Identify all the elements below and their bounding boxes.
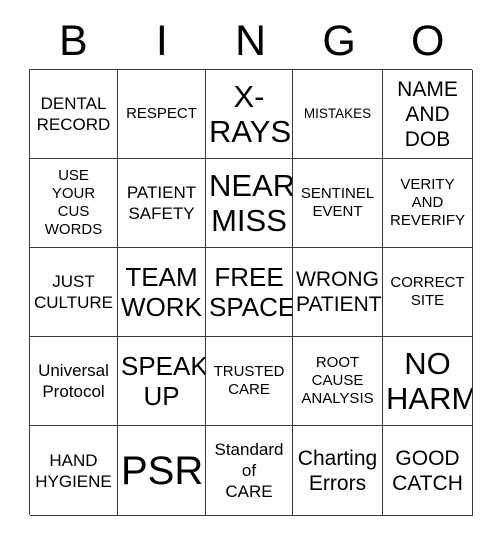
bingo-cell-label: Standard of CARE	[214, 440, 284, 501]
bingo-cell-r2c4[interactable]: SENTINEL EVENT	[293, 159, 383, 248]
bingo-cell-r3c1[interactable]: JUST CULTURE	[30, 248, 118, 337]
bingo-cell-label: NEAR MISS	[209, 168, 293, 238]
bingo-cell-label: PATIENT SAFETY	[126, 183, 197, 223]
bingo-cell-label: GOOD CATCH	[392, 446, 463, 495]
bingo-header-letter-g: G	[322, 17, 356, 65]
bingo-cell-label: WRONG PATIENT	[296, 268, 382, 316]
bingo-cell-label: RESPECT	[126, 105, 197, 122]
bingo-cell-r1c3[interactable]: X- RAYS	[206, 70, 293, 159]
bingo-cell-r4c4[interactable]: ROOT CAUSE ANALYSIS	[293, 337, 383, 426]
bingo-cell-r1c4[interactable]: MISTAKES	[293, 70, 383, 159]
bingo-cell-r1c2[interactable]: RESPECT	[118, 70, 206, 159]
bingo-cell-label: ROOT CAUSE ANALYSIS	[301, 354, 374, 407]
bingo-cell-label: CORRECT SITE	[390, 274, 465, 309]
bingo-cell-r2c2[interactable]: PATIENT SAFETY	[118, 159, 206, 248]
bingo-cell-r3c2[interactable]: TEAM WORK	[118, 248, 206, 337]
bingo-cell-r2c3[interactable]: NEAR MISS	[206, 159, 293, 248]
bingo-cell-label: Universal Protocol	[38, 361, 109, 401]
bingo-cell-r3c5[interactable]: CORRECT SITE	[383, 248, 473, 337]
bingo-cell-label: X- RAYS	[209, 79, 292, 149]
bingo-cell-label: FREE SPACE!	[209, 262, 292, 322]
bingo-cell-label: TEAM WORK	[121, 262, 202, 322]
bingo-cell-label: Charting Errors	[297, 446, 378, 495]
bingo-cell-label: JUST CULTURE	[33, 272, 114, 312]
bingo-header-letter-o: O	[410, 17, 445, 65]
bingo-cell-r5c2[interactable]: PSR	[118, 426, 206, 516]
bingo-cell-r3c4[interactable]: WRONG PATIENT	[293, 248, 383, 337]
bingo-cell-r4c2[interactable]: SPEAK UP	[118, 337, 206, 426]
bingo-cell-r4c3[interactable]: TRUSTED CARE	[206, 337, 293, 426]
bingo-cell-label: SPEAK UP	[121, 351, 206, 411]
bingo-cell-r4c5[interactable]: NO HARM	[383, 337, 473, 426]
bingo-cell-r4c1[interactable]: Universal Protocol	[30, 337, 118, 426]
bingo-cell-r5c5[interactable]: GOOD CATCH	[383, 426, 473, 516]
bingo-cell-r5c3[interactable]: Standard of CARE	[206, 426, 293, 516]
bingo-cell-label: NAME AND DOB	[397, 77, 458, 151]
bingo-cell-label: DENTAL RECORD	[36, 94, 111, 134]
bingo-cell-r1c1[interactable]: DENTAL RECORD	[30, 70, 118, 159]
bingo-header-letter-i: I	[155, 17, 168, 65]
bingo-cell-label: USE YOUR CUS WORDS	[44, 167, 103, 238]
bingo-cell-label: SENTINEL EVENT	[300, 185, 375, 220]
bingo-cell-label: PSR	[121, 448, 204, 493]
bingo-cell-r2c1[interactable]: USE YOUR CUS WORDS	[30, 159, 118, 248]
bingo-grid: DENTAL RECORD RESPECT X- RAYS MISTAKES N…	[29, 69, 473, 516]
bingo-cell-label: VERITY AND REVERIFY	[389, 176, 465, 229]
bingo-cell-label: MISTAKES	[303, 106, 372, 121]
bingo-card: B I N G O DENTAL RECORD RESPECT X- RAYS …	[0, 0, 500, 544]
bingo-cell-label: HAND HYGIENE	[35, 450, 112, 491]
bingo-cell-r5c4[interactable]: Charting Errors	[293, 426, 383, 516]
bingo-header-letter-n: N	[234, 17, 267, 65]
bingo-cell-label: TRUSTED CARE	[213, 363, 285, 398]
bingo-cell-label: NO HARM	[386, 346, 473, 416]
bingo-header-letter-b: B	[58, 17, 88, 65]
bingo-cell-r2c5[interactable]: VERITY AND REVERIFY	[383, 159, 473, 248]
bingo-header-row: B I N G O	[29, 14, 472, 69]
bingo-cell-r5c1[interactable]: HAND HYGIENE	[30, 426, 118, 516]
bingo-cell-r1c5[interactable]: NAME AND DOB	[383, 70, 473, 159]
bingo-cell-free-space[interactable]: FREE SPACE!	[206, 248, 293, 337]
